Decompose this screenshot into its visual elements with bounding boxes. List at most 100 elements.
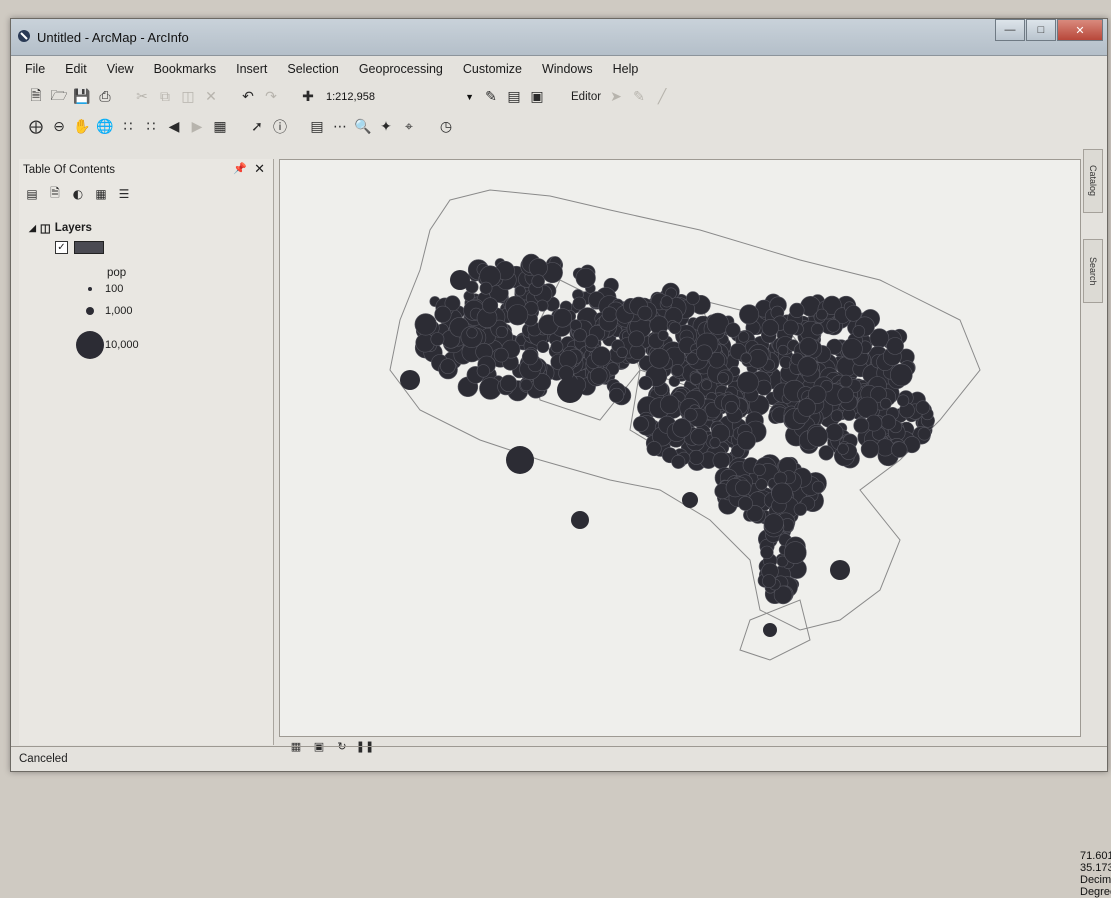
sketch-tool-icon[interactable]: ✎: [630, 88, 648, 106]
layer-entry[interactable]: ✓: [55, 241, 104, 254]
pop-point: [826, 318, 841, 333]
fixed-zoom-out-icon[interactable]: ∷: [142, 118, 160, 136]
pop-point: [845, 305, 862, 322]
cut-icon[interactable]: ✂: [133, 88, 151, 106]
pop-point: [761, 319, 779, 337]
print-icon[interactable]: ⎙: [96, 88, 114, 106]
new-document-icon[interactable]: 🗎: [27, 88, 45, 106]
add-data-icon[interactable]: ✚: [299, 88, 317, 106]
select-elements-icon[interactable]: ➚: [248, 118, 266, 136]
straight-segment-icon[interactable]: ╱: [653, 88, 671, 106]
list-by-selection-icon[interactable]: ▦: [92, 185, 110, 203]
layer-visibility-checkbox[interactable]: ✓: [55, 241, 68, 254]
chevron-down-icon[interactable]: ▼: [465, 88, 474, 106]
pop-point: [584, 334, 599, 349]
time-slider-icon[interactable]: ◷: [437, 118, 455, 136]
list-by-source-icon[interactable]: 🗎: [46, 185, 64, 203]
pan-icon[interactable]: ✋: [73, 118, 91, 136]
copy-icon[interactable]: ⧉: [156, 88, 174, 106]
find-route-icon[interactable]: ✦: [377, 118, 395, 136]
pop-point: [668, 321, 682, 335]
collapse-icon[interactable]: ◢: [29, 223, 36, 234]
back-extent-icon[interactable]: ◀: [165, 118, 183, 136]
pop-point: [616, 346, 628, 359]
pop-point: [876, 438, 895, 457]
menu-view[interactable]: View: [107, 62, 134, 76]
legend-label: 100: [105, 283, 124, 295]
menu-help[interactable]: Help: [613, 62, 639, 76]
table-of-contents-icon[interactable]: ▤: [505, 88, 523, 106]
identify-icon[interactable]: ⓘ: [271, 118, 289, 136]
go-to-xy-icon[interactable]: ⌖: [400, 118, 418, 136]
pop-point: [482, 297, 499, 314]
menu-edit[interactable]: Edit: [65, 62, 87, 76]
menu-insert[interactable]: Insert: [236, 62, 267, 76]
measure-icon[interactable]: ⋯: [331, 118, 349, 136]
map-canvas[interactable]: [280, 160, 1080, 736]
legend-item: 1,000: [75, 305, 133, 317]
menu-windows[interactable]: Windows: [542, 62, 593, 76]
editor-menu[interactable]: Editor: [571, 91, 601, 103]
html-popup-icon[interactable]: ▤: [308, 118, 326, 136]
close-icon[interactable]: ✕: [1057, 19, 1103, 41]
open-icon[interactable]: 🗁: [50, 88, 68, 106]
pop-point: [736, 371, 759, 394]
coordinate-readout: 71.601 35.173 Decimal Degrees: [1080, 850, 1111, 898]
pop-point: [896, 394, 910, 407]
undo-icon[interactable]: ↶: [239, 88, 257, 106]
pop-point: [414, 313, 437, 336]
pop-point: [591, 346, 612, 367]
minimize-icon[interactable]: —: [995, 19, 1025, 41]
pop-point: [686, 291, 700, 305]
arcmap-app-icon: [18, 30, 30, 42]
pop-point: [880, 414, 897, 430]
pop-point: [671, 363, 684, 377]
select-features-icon[interactable]: ▦: [211, 118, 229, 136]
pop-point-large: [557, 377, 583, 403]
save-icon[interactable]: 💾: [73, 88, 91, 106]
menu-geoprocessing[interactable]: Geoprocessing: [359, 62, 443, 76]
layers-label: Layers: [54, 222, 92, 234]
pop-point: [440, 358, 456, 374]
redo-icon[interactable]: ↷: [262, 88, 280, 106]
catalog-window-icon[interactable]: ▣: [528, 88, 546, 106]
close-icon[interactable]: ✕: [254, 161, 265, 177]
editor-toolbar-icon[interactable]: ✎: [482, 88, 500, 106]
fixed-zoom-in-icon[interactable]: ∷: [119, 118, 137, 136]
paste-icon[interactable]: ◫: [179, 88, 197, 106]
list-by-visibility-icon[interactable]: ◐: [69, 185, 87, 203]
pop-point: [860, 439, 880, 459]
full-extent-icon[interactable]: 🌐: [96, 118, 114, 136]
toc-toolbar: ▤ 🗎 ◐ ▦ ☰: [23, 185, 138, 203]
menu-customize[interactable]: Customize: [463, 62, 522, 76]
pin-icon[interactable]: 📌: [233, 162, 247, 175]
pop-point: [783, 541, 807, 564]
pop-point: [717, 372, 729, 384]
map-view[interactable]: 71.601 35.173 Decimal Degrees: [279, 159, 1111, 898]
search-tab[interactable]: Search: [1083, 239, 1103, 303]
catalog-tab[interactable]: Catalog: [1083, 149, 1103, 213]
maximize-icon[interactable]: □: [1026, 19, 1056, 41]
pop-points-layer: [400, 253, 935, 637]
pop-point: [552, 308, 573, 328]
pop-point: [839, 374, 853, 388]
pop-point: [879, 397, 892, 410]
options-icon[interactable]: ☰: [115, 185, 133, 203]
zoom-out-icon[interactable]: ⊖: [50, 118, 68, 136]
menu-bookmarks[interactable]: Bookmarks: [154, 62, 217, 76]
pop-point: [830, 409, 844, 423]
menu-selection[interactable]: Selection: [287, 62, 338, 76]
zoom-in-icon[interactable]: ⨁: [27, 118, 45, 136]
status-message: Canceled: [19, 753, 68, 765]
pop-point-large: [450, 270, 470, 290]
menu-file[interactable]: File: [25, 62, 45, 76]
map-scale-combo[interactable]: 1:212,958 ▼: [326, 88, 476, 106]
delete-icon[interactable]: ✕: [202, 88, 220, 106]
list-by-drawing-order-icon[interactable]: ▤: [23, 185, 41, 203]
pop-point: [608, 387, 624, 403]
edit-tool-icon[interactable]: ➤: [607, 88, 625, 106]
forward-extent-icon[interactable]: ▶: [188, 118, 206, 136]
legend-symbol: [75, 307, 105, 315]
find-icon[interactable]: 🔍: [354, 118, 372, 136]
layers-group[interactable]: ◢ ◫ Layers: [29, 221, 92, 235]
